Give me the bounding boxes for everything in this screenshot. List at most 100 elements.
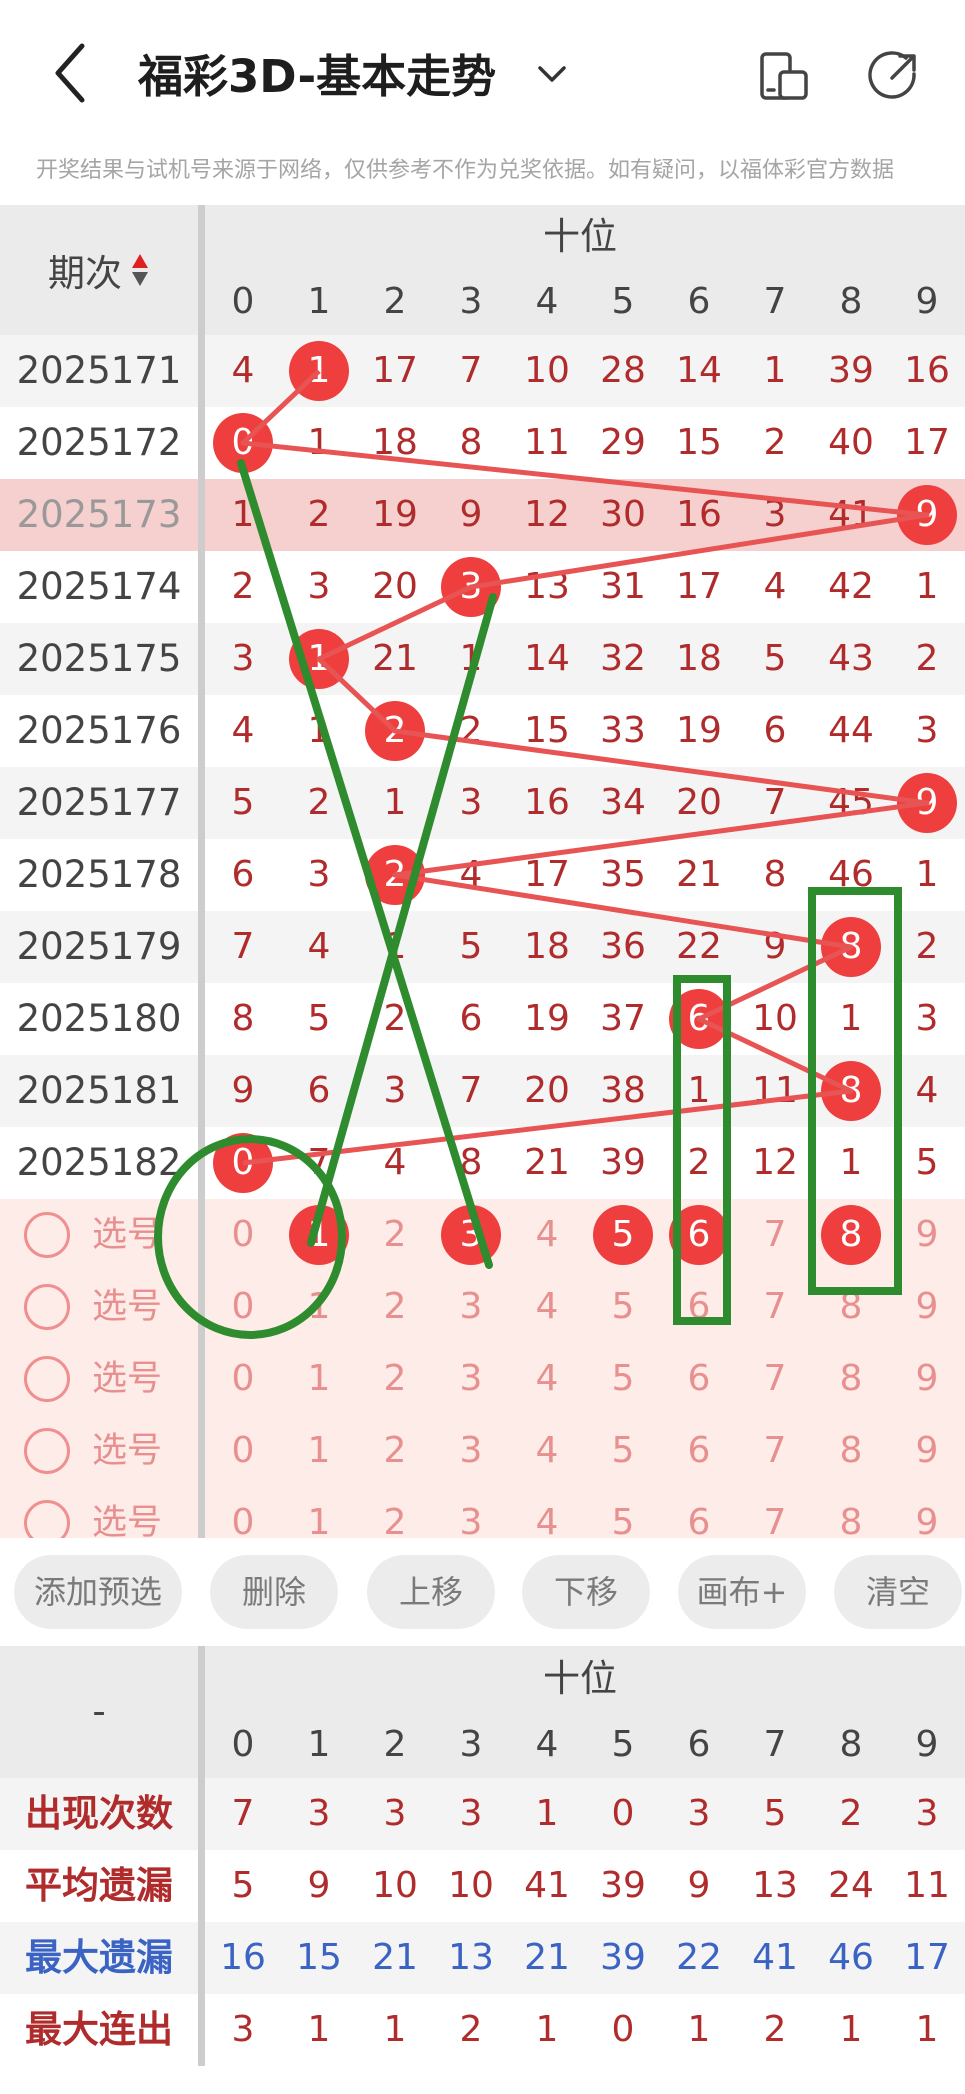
action-button-1[interactable]: 删除 (210, 1555, 338, 1629)
stats-value: 15 (296, 1937, 342, 1978)
pick-number[interactable]: 7 (737, 1415, 813, 1487)
omission-value: 4 (307, 926, 331, 967)
action-button-0[interactable]: 添加预选 (14, 1555, 182, 1629)
stats-row: 出现次数 7 3 3 3 1 0 3 5 2 3 (0, 1778, 965, 1850)
action-button-5[interactable]: 清空 (834, 1555, 962, 1629)
selected-number[interactable]: 8 (813, 1199, 889, 1271)
omission-value: 3 (459, 782, 483, 823)
period-cell: 2025177 (16, 781, 182, 824)
pick-number[interactable]: 7 (737, 1343, 813, 1415)
omission-value: 29 (600, 422, 646, 463)
pick-number[interactable]: 0 (205, 1343, 281, 1415)
stats-value: 3 (231, 2009, 255, 2050)
selected-number[interactable]: 5 (585, 1199, 661, 1271)
pick-number[interactable]: 9 (889, 1199, 965, 1271)
pick-number[interactable]: 3 (433, 1415, 509, 1487)
pick-number[interactable]: 1 (281, 1271, 357, 1343)
pick-label[interactable]: 选号 (92, 1199, 162, 1271)
disclaimer-text: 开奖结果与试机号来源于网络，仅供参考不作为兑奖依据。如有疑问，以福体彩官方数据 (36, 158, 895, 183)
pick-toggle-icon[interactable] (24, 1284, 70, 1330)
pick-number[interactable]: 9 (889, 1415, 965, 1487)
pick-number[interactable]: 2 (357, 1343, 433, 1415)
selected-number[interactable]: 3 (433, 1199, 509, 1271)
pick-number[interactable]: 0 (205, 1415, 281, 1487)
stats-value: 1 (383, 2009, 407, 2050)
pick-label[interactable]: 选号 (92, 1415, 162, 1487)
selected-number[interactable]: 1 (281, 1199, 357, 1271)
pick-number[interactable]: 5 (585, 1271, 661, 1343)
pick-number[interactable]: 7 (737, 1271, 813, 1343)
pick-number[interactable]: 1 (281, 1415, 357, 1487)
omission-value: 3 (231, 638, 255, 679)
omission-value: 3 (307, 854, 331, 895)
stats-value: 1 (535, 1793, 559, 1834)
pick-row: 选号 0 1 2 3 4 5 6 7 8 9 (0, 1343, 965, 1415)
selected-number[interactable]: 6 (661, 1199, 737, 1271)
pick-number[interactable]: 2 (357, 1415, 433, 1487)
stats-column-header-5: 5 (611, 1724, 635, 1765)
pick-number[interactable]: 5 (585, 1343, 661, 1415)
pick-number[interactable]: 6 (661, 1415, 737, 1487)
pick-toggle-icon[interactable] (24, 1428, 70, 1474)
stats-value: 1 (915, 2009, 939, 2050)
pick-number[interactable]: 7 (737, 1199, 813, 1271)
stats-value: 1 (307, 2009, 331, 2050)
table-row: 2025175 3 1 21 1 14 32 18 5 43 2 (0, 623, 965, 695)
pick-number[interactable]: 8 (813, 1271, 889, 1343)
pick-number[interactable]: 6 (661, 1343, 737, 1415)
pick-label[interactable]: 选号 (92, 1343, 162, 1415)
pick-number[interactable]: 2 (357, 1199, 433, 1271)
page-title[interactable]: 福彩3D-基本走势 (138, 40, 496, 105)
period-cell: 2025174 (16, 565, 182, 608)
omission-value: 44 (828, 710, 874, 751)
column-header-1: 1 (307, 281, 331, 322)
pick-number[interactable]: 5 (585, 1415, 661, 1487)
omission-value: 7 (231, 926, 255, 967)
pick-number[interactable]: 4 (509, 1271, 585, 1343)
stats-value: 7 (231, 1793, 255, 1834)
omission-value: 2 (307, 494, 331, 535)
omission-value: 8 (763, 854, 787, 895)
omission-value: 16 (904, 350, 950, 391)
stats-column-header-2: 2 (383, 1724, 407, 1765)
action-button-4[interactable]: 画布+ (678, 1555, 806, 1629)
omission-value: 28 (600, 350, 646, 391)
pick-toggle-icon[interactable] (24, 1356, 70, 1402)
stats-value: 0 (611, 2009, 635, 2050)
action-button-3[interactable]: 下移 (522, 1555, 650, 1629)
stats-value: 41 (752, 1937, 798, 1978)
pick-number[interactable]: 4 (509, 1343, 585, 1415)
omission-value: 31 (600, 566, 646, 607)
omission-value: 22 (676, 926, 722, 967)
pick-number[interactable]: 6 (661, 1271, 737, 1343)
pick-number[interactable]: 4 (509, 1199, 585, 1271)
pick-number[interactable]: 3 (433, 1271, 509, 1343)
stats-row: 最大遗漏 16 15 21 13 21 39 22 41 46 17 (0, 1922, 965, 1994)
pick-label[interactable]: 选号 (92, 1271, 162, 1343)
pick-number[interactable]: 1 (281, 1343, 357, 1415)
pick-number[interactable]: 8 (813, 1343, 889, 1415)
pick-number[interactable]: 2 (357, 1271, 433, 1343)
period-header[interactable]: 期次 (0, 205, 198, 335)
share-icon[interactable] (866, 48, 922, 104)
pick-number[interactable]: 9 (889, 1271, 965, 1343)
stats-value: 2 (839, 1793, 863, 1834)
pick-number[interactable]: 4 (509, 1415, 585, 1487)
omission-value: 45 (828, 782, 874, 823)
pick-number[interactable]: 8 (813, 1415, 889, 1487)
pick-number[interactable]: 0 (205, 1271, 281, 1343)
omission-value: 4 (459, 854, 483, 895)
action-button-2[interactable]: 上移 (367, 1555, 495, 1629)
mode-switch-icon[interactable] (758, 50, 810, 102)
omission-value: 4 (763, 566, 787, 607)
pick-number[interactable]: 3 (433, 1343, 509, 1415)
pick-number[interactable]: 0 (205, 1199, 281, 1271)
pick-number[interactable]: 9 (889, 1343, 965, 1415)
sort-icon[interactable] (130, 250, 150, 290)
stats-value: 17 (904, 1937, 950, 1978)
pick-toggle-icon[interactable] (24, 1212, 70, 1258)
chevron-down-icon[interactable] (532, 54, 572, 94)
omission-value: 2 (915, 926, 939, 967)
omission-value: 35 (600, 854, 646, 895)
back-arrow-icon[interactable] (48, 38, 98, 108)
